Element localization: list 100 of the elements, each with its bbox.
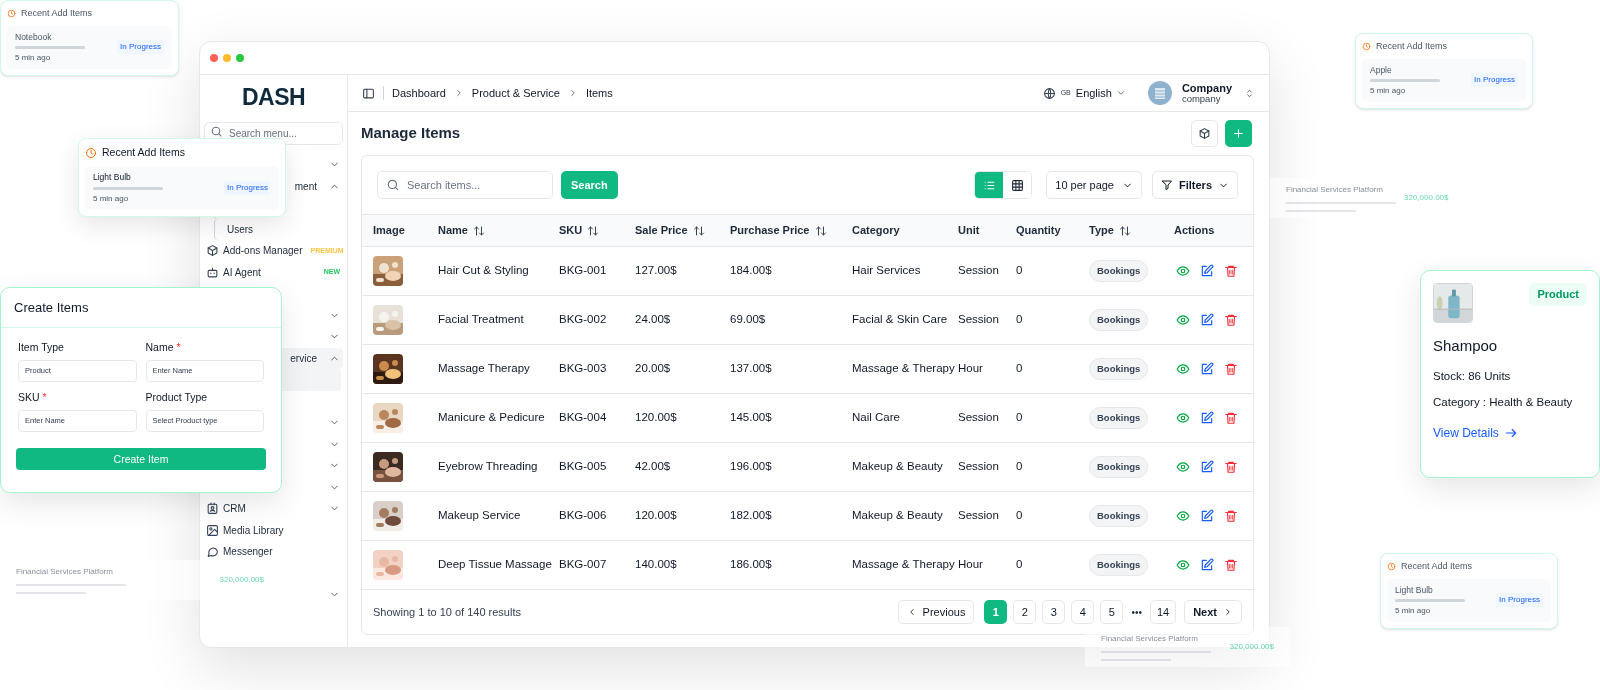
view-details-link[interactable]: View Details	[1433, 424, 1587, 442]
user-role: company	[1181, 93, 1221, 105]
breadcrumb-link[interactable]: Dashboard	[392, 84, 446, 102]
table-cell-text: Massage & Therapy	[852, 557, 955, 573]
sidebar-toggle-icon[interactable]	[362, 86, 375, 100]
table-cell-text: BKG-002	[559, 312, 607, 328]
view-toggle[interactable]	[975, 172, 1004, 198]
column-header[interactable]: SKU	[559, 222, 583, 239]
table-cell-text: 20.00$	[635, 361, 671, 377]
page-button[interactable]: 5	[1100, 600, 1124, 624]
robot-icon	[206, 265, 219, 279]
previous-button[interactable]: Previous	[897, 600, 975, 624]
table-cell-text: Massage & Therapy	[852, 361, 955, 377]
field-label: Item Type	[18, 340, 64, 355]
edit-icon[interactable]	[1200, 460, 1214, 474]
breadcrumb-link[interactable]: Items	[585, 84, 613, 102]
type-tag: Bookings	[1089, 406, 1149, 430]
status-tag: In Progress	[1471, 73, 1518, 88]
delete-icon[interactable]	[1224, 411, 1238, 425]
item-name: Notebook	[15, 30, 53, 44]
progress-line	[1395, 599, 1465, 603]
view-icon[interactable]	[1176, 264, 1190, 278]
menu-label[interactable]: ment	[294, 178, 325, 194]
time-ago: 5 min ago	[1370, 85, 1407, 98]
delete-icon[interactable]	[1224, 313, 1238, 327]
filter-icon	[1161, 179, 1173, 191]
delete-icon[interactable]	[1224, 362, 1238, 376]
view-icon[interactable]	[1176, 558, 1190, 572]
menu-label[interactable]: ervice	[290, 350, 325, 366]
panel-title: Financial Services Platform	[1101, 633, 1199, 645]
view-icon[interactable]	[1176, 411, 1190, 425]
column-header[interactable]: Name	[438, 222, 468, 239]
table-cell-text: BKG-004	[559, 410, 607, 426]
sort-icon[interactable]	[587, 224, 600, 237]
add-button[interactable]	[1225, 120, 1252, 147]
view-icon[interactable]	[1176, 460, 1190, 474]
page-button[interactable]: 14	[1149, 600, 1177, 624]
search-field[interactable]: Search items...	[377, 171, 553, 199]
box-button[interactable]	[1191, 120, 1218, 147]
per-page-select[interactable]: 10 per page	[1046, 171, 1142, 199]
card-icon	[206, 502, 219, 516]
box-icon	[1198, 127, 1211, 140]
table-cell-text: 120.00$	[635, 410, 677, 426]
menu-label[interactable]: Add-ons Manager	[223, 243, 303, 259]
sort-icon[interactable]	[1118, 224, 1131, 237]
field-label: Name	[145, 340, 174, 355]
table-cell-text: Deep Tissue Massage	[438, 557, 552, 573]
delete-icon[interactable]	[1224, 264, 1238, 278]
menu-label[interactable]: Media Library	[223, 522, 284, 538]
table-cell-text: BKG-001	[559, 263, 607, 279]
user-name: Company	[1181, 81, 1232, 94]
edit-icon[interactable]	[1200, 509, 1214, 523]
table-cell-text: Session	[958, 410, 999, 426]
delete-icon[interactable]	[1224, 509, 1238, 523]
edit-icon[interactable]	[1200, 411, 1214, 425]
column-header[interactable]: Purchase Price	[730, 222, 810, 239]
table-cell-text: Manicure & Pedicure	[438, 410, 545, 426]
menu-label[interactable]: Messenger	[223, 544, 273, 560]
menu-label[interactable]: CRM	[223, 501, 246, 517]
type-tag: Bookings	[1089, 308, 1149, 332]
clock-icon	[1387, 562, 1396, 572]
next-button[interactable]: Next	[1184, 600, 1242, 624]
submenu-item[interactable]: Users	[214, 218, 341, 240]
view-icon[interactable]	[1176, 509, 1190, 523]
table-cell-text: 0	[1016, 361, 1023, 377]
card-title: Recent Add Items	[1376, 40, 1448, 53]
delete-icon[interactable]	[1224, 460, 1238, 474]
column-header[interactable]: Sale Price	[635, 222, 688, 239]
sort-icon[interactable]	[472, 224, 485, 237]
menu-label[interactable]: AI Agent	[223, 264, 261, 280]
item-name: Apple	[1370, 63, 1393, 77]
sort-icon[interactable]	[692, 224, 705, 237]
search-icon	[386, 178, 400, 192]
view-icon[interactable]	[1176, 362, 1190, 376]
page-button[interactable]: 4	[1071, 600, 1095, 624]
search-field[interactable]: Search menu...	[204, 122, 343, 145]
breadcrumb-link[interactable]: Product & Service	[471, 84, 560, 102]
table-cell-text: 182.00$	[730, 508, 772, 524]
menu-label[interactable]: Users	[227, 221, 254, 237]
table-cell-text: Facial & Skin Care	[852, 312, 948, 328]
card-title: Recent Add Items	[1401, 560, 1473, 573]
chevron-updown-icon[interactable]	[1244, 87, 1255, 99]
table-cell-text: Eyebrow Threading	[438, 459, 538, 475]
edit-icon[interactable]	[1200, 558, 1214, 572]
sort-icon[interactable]	[814, 224, 827, 237]
grid-icon	[1010, 178, 1024, 192]
page-button[interactable]: 2	[1013, 600, 1037, 624]
edit-icon[interactable]	[1200, 313, 1214, 327]
status-tag: In Progress	[1496, 593, 1543, 608]
edit-icon[interactable]	[1200, 362, 1214, 376]
filters-button[interactable]: Filters	[1152, 171, 1238, 199]
edit-icon[interactable]	[1200, 264, 1214, 278]
avatar-icon[interactable]	[1147, 81, 1172, 105]
view-icon[interactable]	[1176, 313, 1190, 327]
table-cell-text: 0	[1016, 410, 1023, 426]
language-select[interactable]: English	[1075, 84, 1126, 102]
delete-icon[interactable]	[1224, 558, 1238, 572]
page-button[interactable]: 3	[1042, 600, 1066, 624]
table-cell-text: 140.00$	[635, 557, 677, 573]
column-header[interactable]: Type	[1089, 222, 1114, 239]
